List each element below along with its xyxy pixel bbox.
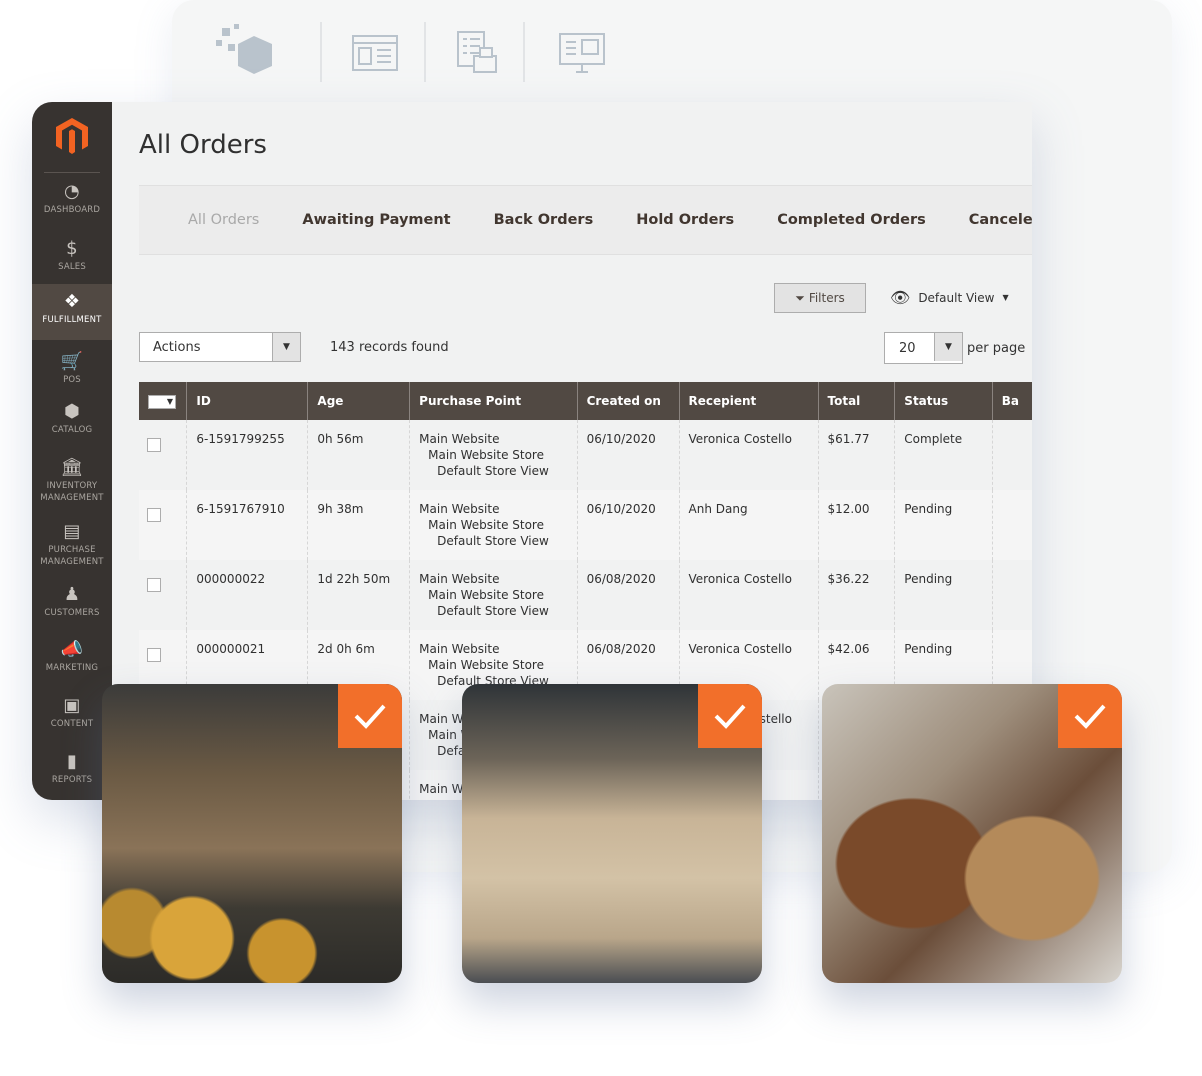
megaphone-icon: 📣 [60,639,84,660]
divider [523,22,525,82]
column-header[interactable]: Total [817,382,895,420]
purchase-point: Main WebsiteMain Website StoreDefault St… [409,490,578,560]
tab-back-orders[interactable]: Back Orders [494,212,594,228]
recipient: Veronica Costello [678,560,819,630]
column-header[interactable]: Recepient [678,382,819,420]
caret-down-icon: ▼ [1002,293,1009,302]
order-age: 0h 56m [307,420,410,490]
sidebar-item-reports[interactable]: ▮ REPORTS [32,752,112,786]
row-checkbox[interactable] [147,648,161,662]
column-header[interactable]: Ba [991,382,1032,420]
column-header[interactable]: Age [307,382,410,420]
sidebar-item-dashboard[interactable]: ◔ DASHBOARD [32,182,112,216]
order-age: 9h 38m [307,490,410,560]
divider [320,22,322,82]
total: $36.22 [817,560,895,630]
row-checkbox[interactable] [147,508,161,522]
check-icon [1074,704,1106,729]
photo-card-warehouse-cardboard-boxes [462,684,762,983]
tab-completed-orders[interactable]: Completed Orders [777,212,926,228]
dollar-icon: $ [66,238,78,259]
tab-all-orders[interactable]: All Orders [188,212,259,228]
purchase-point: Main WebsiteMain Website StoreDefault St… [409,420,578,490]
product-card-icon [347,22,403,84]
column-header[interactable]: ID [186,382,308,420]
divider [424,22,426,82]
status: Pending [894,560,993,630]
tab-awaiting-payment[interactable]: Awaiting Payment [302,212,450,228]
order-tabs: All Orders Awaiting Payment Back Orders Hol… [139,185,1032,255]
monitor-dashboard-icon [557,22,607,84]
check-icon [354,704,386,729]
checkmark-badge [338,684,402,748]
records-count: 143 records found [330,340,449,355]
sidebar-item-fulfillment[interactable]: ❖ FULFILLMENT [32,284,112,340]
gauge-icon: ◔ [64,181,80,202]
table-row[interactable]: 6-1591799255 0h 56m Main Website Main Web… [139,420,1032,490]
sidebar-item-purchase-management[interactable]: ▤ PURCHASE MANAGEMENT [32,522,112,568]
caret-down-icon: ▼ [272,333,300,361]
photo-card-grocery-store-shelves [102,684,402,983]
created-on: 06/10/2020 [576,420,680,490]
purchase-point: Main WebsiteMain Website StoreDefault St… [409,560,578,630]
per-page-label: per page [967,341,1026,356]
sidebar-item-sales[interactable]: $ SALES [32,239,112,273]
row-checkbox[interactable] [147,438,161,452]
order-age: 1d 22h 50m [307,560,410,630]
hexagon-logo-icon [212,22,287,84]
sidebar-item-pos[interactable]: 🛒 POS [32,352,112,386]
warehouse-icon: 🏛 [60,457,84,478]
recipient: Anh Dang [678,490,819,560]
check-icon [714,704,746,729]
checkmark-badge [1058,684,1122,748]
page-title: All Orders [139,130,267,160]
column-header[interactable]: Created on [576,382,680,420]
default-view-dropdown[interactable]: 👁 Default View ▼ [890,288,1009,307]
created-on: 06/10/2020 [576,490,680,560]
sidebar-item-content[interactable]: ▣ CONTENT [32,696,112,730]
recipient: Veronica Costello [678,420,819,490]
per-page-select[interactable]: 20 ▼ [884,332,963,364]
cart-icon: 🛒 [60,351,84,372]
filters-button[interactable]: ⏷ Filters [774,283,866,313]
total: $61.77 [817,420,895,490]
sidebar: ◔ DASHBOARD $ SALES ❖ FULFILLMENT 🛒 POS ⬢ CATALOG… [32,102,112,800]
divider [44,172,100,173]
photo-card-package-delivery-scan [822,684,1122,983]
tab-canceled-orders[interactable]: Canceled Orders [969,212,1032,228]
magento-logo-icon [54,116,90,160]
sidebar-item-inventory-management[interactable]: 🏛 INVENTORY MANAGEMENT [32,458,112,504]
select-all-checkbox[interactable]: ▼ [139,382,187,420]
column-header[interactable]: Status [894,382,993,420]
inventory-boxes-icon [452,22,502,84]
box-icon: ⬢ [64,401,80,422]
status: Complete [894,420,993,490]
tab-hold-orders[interactable]: Hold Orders [636,212,734,228]
created-on: 06/08/2020 [576,560,680,630]
caret-down-icon: ▼ [934,333,962,361]
bar-chart-icon: ▮ [66,751,78,772]
filter-icon: ⏷ [795,290,805,305]
status: Pending [894,490,993,560]
order-id: 000000022 [186,560,308,630]
eye-icon: 👁 [890,288,911,307]
table-row[interactable]: 6-1591767910 9h 38m Main Website Main Web… [139,490,1032,560]
row-checkbox[interactable] [147,578,161,592]
person-icon: ♟ [63,584,81,605]
layout-icon: ▣ [63,695,81,716]
column-header[interactable]: Purchase Point [409,382,578,420]
sidebar-item-customers[interactable]: ♟ CUSTOMERS [32,585,112,619]
actions-select[interactable]: Actions ▼ [139,332,301,362]
sidebar-item-catalog[interactable]: ⬢ CATALOG [32,402,112,436]
document-icon: ▤ [63,521,81,542]
total: $12.00 [817,490,895,560]
boxes-icon: ❖ [63,291,81,312]
checkmark-badge [698,684,762,748]
order-id: 6-1591799255 [186,420,308,490]
order-id: 6-1591767910 [186,490,308,560]
table-row[interactable]: 000000022 1d 22h 50m Main Website Main We… [139,560,1032,630]
sidebar-item-marketing[interactable]: 📣 MARKETING [32,640,112,674]
